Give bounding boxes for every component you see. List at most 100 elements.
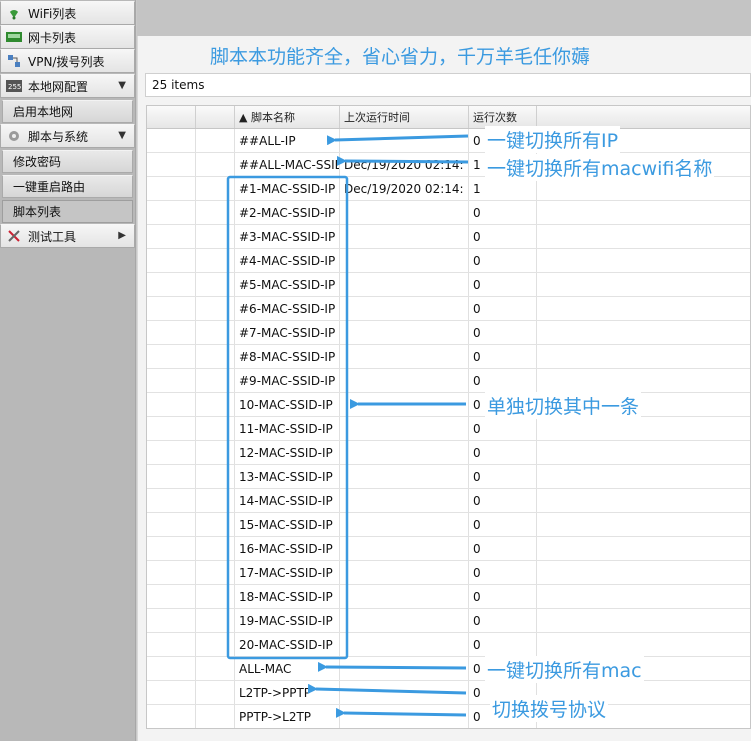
table-row[interactable]: 16-MAC-SSID-IP 0: [147, 537, 750, 561]
row-cell-flags: [196, 681, 235, 704]
sidebar-item-label: VPN/拨号列表: [28, 54, 105, 69]
sidebar-subitem-change-password[interactable]: 修改密码: [2, 150, 133, 173]
row-cell-blank: [147, 129, 196, 152]
row-cell-blank: [147, 177, 196, 200]
row-cell-run-count: 0: [469, 441, 537, 464]
row-cell-name: L2TP->PPTP: [235, 681, 340, 704]
sidebar-item-wifi-list[interactable]: WiFi列表: [0, 1, 135, 25]
table-row[interactable]: 14-MAC-SSID-IP 0: [147, 489, 750, 513]
row-cell-blank: [147, 513, 196, 536]
row-cell-name: 20-MAC-SSID-IP: [235, 633, 340, 656]
row-cell-last-run: [340, 513, 469, 536]
row-cell-name: 18-MAC-SSID-IP: [235, 585, 340, 608]
table-row[interactable]: #5-MAC-SSID-IP 0: [147, 273, 750, 297]
row-cell-flags: [196, 129, 235, 152]
table-row[interactable]: 12-MAC-SSID-IP 0: [147, 441, 750, 465]
top-bar: [137, 0, 751, 36]
table-row[interactable]: ALL-MAC 0: [147, 657, 750, 681]
sidebar-item-label: 脚本列表: [13, 205, 62, 219]
sidebar-item-lan-config[interactable]: 255 本地网配置 ▼: [0, 74, 135, 98]
row-cell-run-count: 0: [469, 249, 537, 272]
column-header-run-count[interactable]: 运行次数: [469, 106, 537, 128]
row-cell-blank: [147, 633, 196, 656]
row-cell-last-run: [340, 609, 469, 632]
row-cell-flags: [196, 441, 235, 464]
table-row[interactable]: ##ALL-IP 0: [147, 129, 750, 153]
row-cell-name: 14-MAC-SSID-IP: [235, 489, 340, 512]
column-header-extra: [537, 106, 750, 128]
row-cell-flags: [196, 297, 235, 320]
row-cell-run-count: 0: [469, 321, 537, 344]
row-cell-name: #2-MAC-SSID-IP: [235, 201, 340, 224]
row-cell-run-count: 0: [469, 297, 537, 320]
row-cell-name: 17-MAC-SSID-IP: [235, 561, 340, 584]
table-row[interactable]: #3-MAC-SSID-IP 0: [147, 225, 750, 249]
table-row[interactable]: 19-MAC-SSID-IP 0: [147, 609, 750, 633]
row-cell-extra: [537, 273, 750, 296]
sidebar-item-script-system[interactable]: 脚本与系统 ▼: [0, 124, 135, 148]
table-row[interactable]: 20-MAC-SSID-IP 0: [147, 633, 750, 657]
sidebar-item-label: 修改密码: [13, 155, 62, 169]
column-header-last-run[interactable]: 上次运行时间: [340, 106, 469, 128]
row-cell-name: PPTP->L2TP: [235, 705, 340, 728]
column-header-flags[interactable]: [196, 106, 235, 128]
sidebar-subitem-script-list[interactable]: 脚本列表: [2, 200, 133, 223]
row-cell-extra: [537, 369, 750, 392]
sidebar-item-vpn-list[interactable]: VPN/拨号列表: [0, 49, 135, 73]
sidebar-subitem-enable-lan[interactable]: 启用本地网: [2, 100, 133, 123]
row-cell-blank: [147, 417, 196, 440]
row-cell-name: 11-MAC-SSID-IP: [235, 417, 340, 440]
chevron-right-icon: ▶: [118, 230, 126, 241]
sidebar-item-label: 一键重启路由: [13, 180, 86, 194]
row-cell-extra: [537, 585, 750, 608]
table-row[interactable]: #8-MAC-SSID-IP 0: [147, 345, 750, 369]
row-cell-blank: [147, 153, 196, 176]
row-cell-name: ##ALL-IP: [235, 129, 340, 152]
chevron-down-icon: ▼: [118, 130, 126, 141]
row-cell-extra: [537, 249, 750, 272]
table-row[interactable]: 15-MAC-SSID-IP 0: [147, 513, 750, 537]
row-cell-extra: [537, 465, 750, 488]
table-row[interactable]: #9-MAC-SSID-IP 0: [147, 369, 750, 393]
table-row[interactable]: #4-MAC-SSID-IP 0: [147, 249, 750, 273]
table-row[interactable]: 10-MAC-SSID-IP 0: [147, 393, 750, 417]
sidebar-subitem-reboot-router[interactable]: 一键重启路由: [2, 175, 133, 198]
row-cell-flags: [196, 225, 235, 248]
row-cell-blank: [147, 441, 196, 464]
sidebar-item-label: 测试工具: [28, 229, 77, 244]
table-row[interactable]: #2-MAC-SSID-IP 0: [147, 201, 750, 225]
row-cell-last-run: [340, 537, 469, 560]
row-cell-last-run: [340, 273, 469, 296]
table-row[interactable]: #6-MAC-SSID-IP 0: [147, 297, 750, 321]
table-row[interactable]: L2TP->PPTP 0: [147, 681, 750, 705]
row-cell-extra: [537, 201, 750, 224]
column-header-name[interactable]: ▲ 脚本名称: [235, 106, 340, 128]
row-cell-last-run: [340, 561, 469, 584]
sidebar-item-test-tools[interactable]: 测试工具 ▶: [0, 224, 135, 248]
row-cell-run-count: 0: [469, 417, 537, 440]
sidebar-item-nic-list[interactable]: 网卡列表: [0, 25, 135, 49]
row-cell-flags: [196, 609, 235, 632]
sidebar-item-label: WiFi列表: [28, 6, 77, 21]
row-cell-extra: [537, 321, 750, 344]
row-cell-name: 12-MAC-SSID-IP: [235, 441, 340, 464]
table-row[interactable]: 17-MAC-SSID-IP 0: [147, 561, 750, 585]
row-cell-blank: [147, 393, 196, 416]
row-cell-extra: [537, 297, 750, 320]
table-row[interactable]: 18-MAC-SSID-IP 0: [147, 585, 750, 609]
row-cell-extra: [537, 513, 750, 536]
row-cell-name: #3-MAC-SSID-IP: [235, 225, 340, 248]
row-cell-last-run: [340, 369, 469, 392]
row-cell-blank: [147, 345, 196, 368]
wifi-icon: [5, 6, 23, 20]
row-cell-blank: [147, 585, 196, 608]
row-cell-run-count: 0: [469, 513, 537, 536]
table-row[interactable]: 11-MAC-SSID-IP 0: [147, 417, 750, 441]
table-row[interactable]: #7-MAC-SSID-IP 0: [147, 321, 750, 345]
table-row[interactable]: PPTP->L2TP 0: [147, 705, 750, 728]
row-cell-flags: [196, 249, 235, 272]
annotation-all-ip: 一键切换所有IP: [485, 126, 621, 153]
row-cell-last-run: [340, 129, 469, 152]
table-row[interactable]: 13-MAC-SSID-IP 0: [147, 465, 750, 489]
column-header-blank[interactable]: [147, 106, 196, 128]
